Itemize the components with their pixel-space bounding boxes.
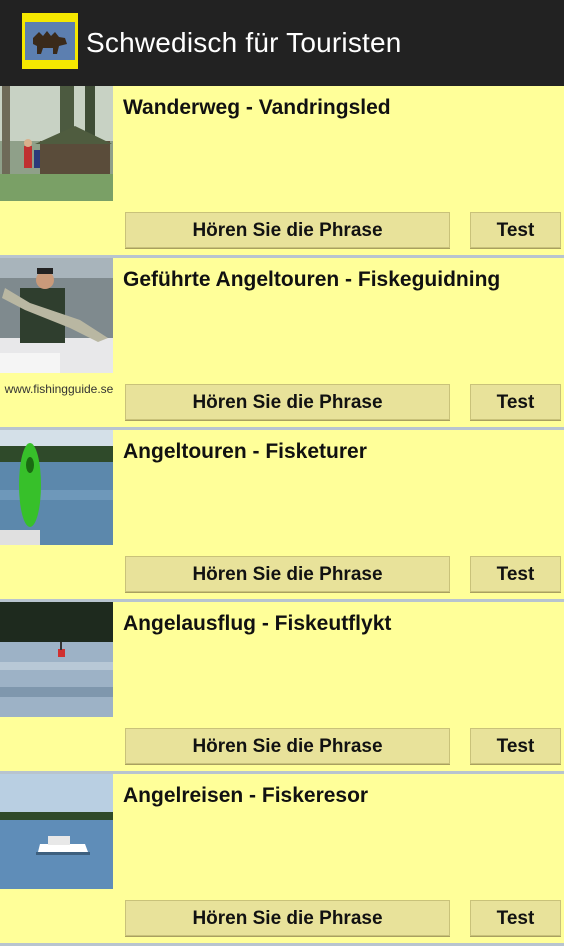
list-item: Wanderweg - Vandringsled Hören Sie die P… — [0, 86, 564, 258]
phrase-text: Angelausflug - Fiskeutflykt — [123, 612, 392, 635]
phrase-text: Angelreisen - Fiskeresor — [123, 784, 369, 807]
hear-phrase-button[interactable]: Hören Sie die Phrase — [125, 212, 450, 248]
hear-phrase-button[interactable]: Hören Sie die Phrase — [125, 556, 450, 592]
thumbnail-image — [0, 774, 113, 889]
phrase-text: Geführte Angeltouren - Fiskeguidning — [123, 268, 501, 291]
test-button[interactable]: Test — [470, 556, 561, 592]
image-caption: www.fishingguide.se — [4, 382, 114, 396]
hear-phrase-button[interactable]: Hören Sie die Phrase — [125, 728, 450, 764]
hear-phrase-button[interactable]: Hören Sie die Phrase — [125, 384, 450, 420]
app-bar: Schwedisch für Touristen — [0, 0, 564, 86]
phrase-text: Wanderweg - Vandringsled — [123, 96, 391, 119]
thumbnail-image — [0, 430, 113, 545]
test-button[interactable]: Test — [470, 384, 561, 420]
thumbnail-image — [0, 258, 113, 373]
phrase-text: Angeltouren - Fisketurer — [123, 440, 367, 463]
list-item: Angeltouren - Fisketurer Hören Sie die P… — [0, 430, 564, 602]
moose-logo-icon[interactable] — [22, 13, 78, 69]
test-button[interactable]: Test — [470, 900, 561, 936]
app-title: Schwedisch für Touristen — [86, 27, 402, 58]
thumbnail-image — [0, 86, 113, 201]
list-item: Angelreisen - Fiskeresor Hören Sie die P… — [0, 774, 564, 946]
phrase-list: Wanderweg - Vandringsled Hören Sie die P… — [0, 86, 564, 946]
test-button[interactable]: Test — [470, 212, 561, 248]
list-item: www.fishingguide.se Geführte Angeltouren… — [0, 258, 564, 430]
hear-phrase-button[interactable]: Hören Sie die Phrase — [125, 900, 450, 936]
thumbnail-image — [0, 602, 113, 717]
test-button[interactable]: Test — [470, 728, 561, 764]
list-item: Angelausflug - Fiskeutflykt Hören Sie di… — [0, 602, 564, 774]
